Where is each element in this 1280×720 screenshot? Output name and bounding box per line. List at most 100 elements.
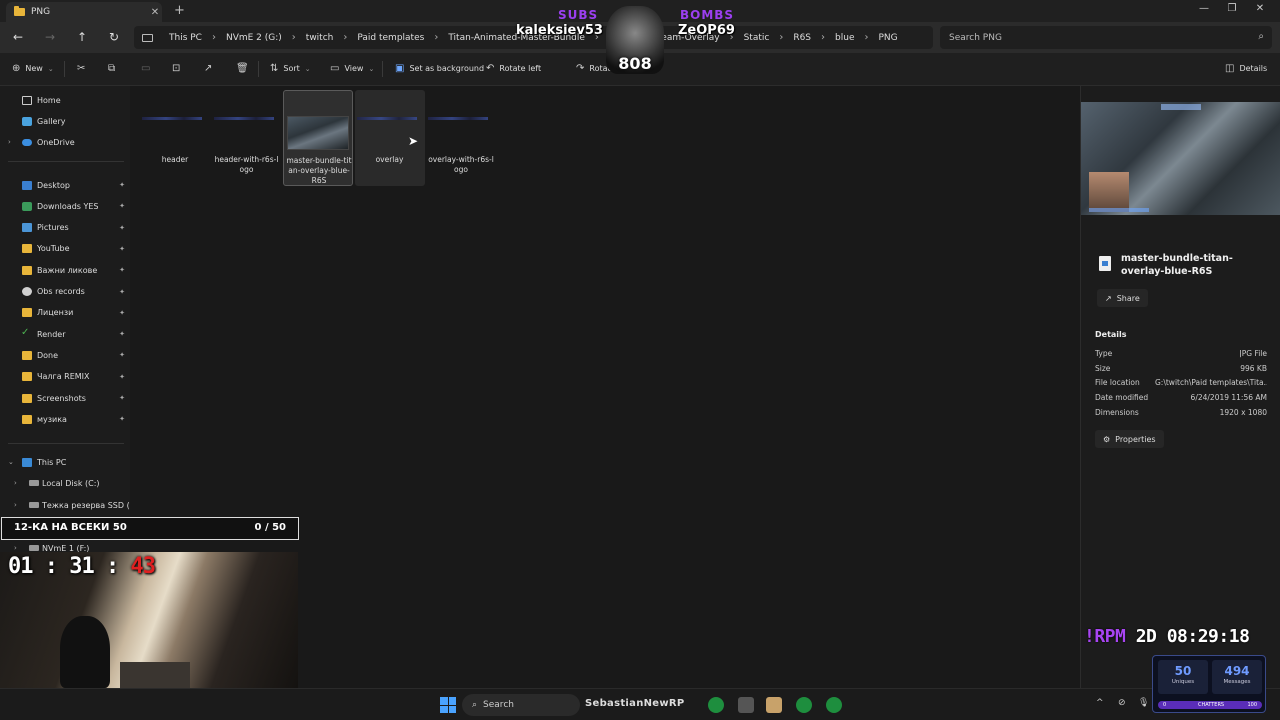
sidebar-item-музика[interactable]: музика ✦	[0, 409, 130, 429]
copy-button[interactable]: ⧉	[108, 63, 115, 74]
breadcrumb-separator-icon[interactable]: ›	[817, 32, 829, 43]
breadcrumb-item[interactable]: twitch	[300, 33, 340, 43]
app-icon[interactable]	[738, 697, 754, 713]
chrome-icon[interactable]	[708, 697, 724, 713]
file-item[interactable]: master-bundle-titan-overlay-blue-R6S	[283, 90, 353, 186]
sidebar-item-desktop[interactable]: Desktop ✦	[0, 175, 130, 195]
nav-item-this-pc[interactable]: ⌄ This PC	[0, 452, 130, 472]
chatters-max: 100	[1247, 702, 1257, 708]
app-icon[interactable]	[766, 697, 782, 713]
sidebar-item-pictures[interactable]: Pictures ✦	[0, 218, 130, 238]
nav-item-label: OneDrive	[37, 137, 75, 147]
nav-item-label: Downloads YES	[37, 201, 99, 211]
breadcrumb-separator-icon[interactable]: ›	[430, 32, 442, 43]
file-item[interactable]: header	[140, 90, 210, 186]
breadcrumb-item[interactable]: R6S	[787, 33, 817, 43]
nav-item-local-disk-c[interactable]: › Local Disk (C:)	[0, 473, 130, 493]
sort-icon: ⇅	[270, 63, 279, 74]
nav-item-onedrive[interactable]: › OneDrive	[0, 132, 130, 152]
search-box[interactable]: ⌕	[940, 26, 1272, 49]
sidebar-item-лицензи[interactable]: Лицензи ✦	[0, 303, 130, 323]
view-button[interactable]: ▭ View ⌄	[330, 63, 374, 74]
breadcrumb-separator-icon[interactable]: ›	[861, 32, 873, 43]
tray-chevron-icon[interactable]: ^	[1096, 698, 1104, 708]
up-button[interactable]: ↑	[74, 30, 90, 44]
search-input[interactable]	[949, 32, 1239, 43]
delete-button[interactable]: 🗑	[236, 63, 249, 74]
breadcrumb-item[interactable]: This PC	[163, 33, 208, 43]
sebastian-label: SebastianNewRP	[585, 698, 685, 709]
chrome-icon[interactable]	[796, 697, 812, 713]
expand-icon[interactable]: ›	[14, 479, 17, 487]
file-name: header	[161, 155, 189, 164]
sidebar-item-youtube[interactable]: YouTube ✦	[0, 239, 130, 259]
breadcrumb-separator-icon[interactable]: ›	[339, 32, 351, 43]
downloads-icon	[22, 201, 32, 211]
file-name: overlay	[375, 155, 404, 164]
refresh-button[interactable]: ↻	[106, 30, 122, 44]
network-icon[interactable]: ⊘	[1118, 698, 1126, 708]
sidebar-item-render[interactable]: ✓ Render ✦	[0, 324, 130, 344]
chevron-down-icon: ⌄	[368, 64, 375, 73]
copy-icon: ⧉	[108, 63, 116, 74]
rename-button[interactable]: ⊡	[172, 63, 180, 74]
set-as-background-button[interactable]: ▣ Set as background	[395, 63, 484, 74]
nav-item-home[interactable]: Home	[0, 90, 130, 110]
forward-button[interactable]: →	[42, 30, 58, 44]
expand-icon[interactable]: ›	[14, 544, 17, 552]
details-button[interactable]: ◫ Details	[1225, 63, 1267, 74]
file-item[interactable]: header-with-r6s-logo	[212, 90, 282, 186]
sidebar-item-чалга-remix[interactable]: Чалга REMIX ✦	[0, 367, 130, 387]
nav-item-label: YouTube	[37, 244, 70, 254]
breadcrumb-item[interactable]: Paid templates	[351, 33, 430, 43]
nav-item-label: Тежка резерва SSD (D:)	[42, 500, 142, 510]
toolbar-divider	[382, 61, 383, 77]
sidebar-item-screenshots[interactable]: Screenshots ✦	[0, 388, 130, 408]
nav-item-gallery[interactable]: Gallery	[0, 111, 130, 131]
share-icon: ↗	[204, 63, 213, 74]
details-value: 6/24/2019 11:56 AM	[1190, 393, 1267, 403]
chatters-label: CHATTERS	[1198, 702, 1225, 708]
sidebar-item-done[interactable]: Done ✦	[0, 345, 130, 365]
chrome-icon[interactable]	[826, 697, 842, 713]
sidebar-item-obs-records[interactable]: Obs records ✦	[0, 282, 130, 302]
details-row: Type JPG File	[1095, 349, 1267, 361]
details-row: Date modified 6/24/2019 11:56 AM	[1095, 393, 1267, 405]
back-button[interactable]: ←	[10, 30, 26, 44]
view-label: View	[344, 64, 364, 73]
details-value: G:\twitch\Paid templates\Tita...	[1155, 378, 1267, 388]
tab-png[interactable]: PNG ✕	[6, 2, 162, 22]
cut-button[interactable]: ✂	[77, 63, 85, 74]
expand-icon[interactable]: ›	[8, 138, 11, 146]
expand-icon[interactable]: ›	[14, 501, 17, 509]
sidebar-item-важни-ликове[interactable]: Важни ликове ✦	[0, 260, 130, 280]
breadcrumb-item[interactable]: PNG	[873, 33, 904, 43]
details-key: Dimensions	[1095, 407, 1139, 417]
paste-button[interactable]: ▭	[141, 63, 150, 74]
breadcrumb-item[interactable]: NVmE 2 (G:)	[220, 33, 288, 43]
close-tab-icon[interactable]: ✕	[148, 7, 162, 18]
plus-circle-icon: ⊕	[12, 63, 21, 74]
file-thumbnail	[287, 116, 349, 150]
breadcrumb-item[interactable]: blue	[829, 33, 860, 43]
share-button[interactable]: ↗	[204, 63, 212, 74]
new-tab-button[interactable]: +	[174, 3, 185, 18]
breadcrumb-separator-icon[interactable]: ›	[288, 32, 300, 43]
share-button[interactable]: ↗ Share	[1097, 289, 1148, 307]
microphone-icon[interactable]: 🎙	[1138, 698, 1149, 708]
minimize-button[interactable]: —	[1194, 3, 1214, 14]
file-item[interactable]: overlay-with-r6s-logo	[426, 90, 496, 186]
new-button[interactable]: ⊕ New ⌄	[12, 63, 54, 74]
sort-button[interactable]: ⇅ Sort ⌄	[270, 63, 311, 74]
properties-button[interactable]: ⚙ Properties	[1095, 430, 1164, 448]
maximize-button[interactable]: ❐	[1222, 3, 1242, 14]
stream-header-overlay: SUBS kaleksiev53 808 BOMBS ZeOP69	[510, 6, 770, 76]
nav-item-drive-d[interactable]: › Тежка резерва SSD (D:)	[0, 495, 142, 515]
breadcrumb-separator-icon[interactable]: ›	[775, 32, 787, 43]
chevron-down-icon[interactable]: ⌄	[8, 458, 14, 466]
taskbar-search[interactable]: ⌕ Search	[462, 694, 580, 716]
breadcrumb-separator-icon[interactable]: ›	[208, 32, 220, 43]
windows-start-button[interactable]	[440, 697, 456, 713]
sidebar-item-downloads-yes[interactable]: Downloads YES ✦	[0, 196, 130, 216]
close-window-button[interactable]: ✕	[1250, 3, 1270, 14]
